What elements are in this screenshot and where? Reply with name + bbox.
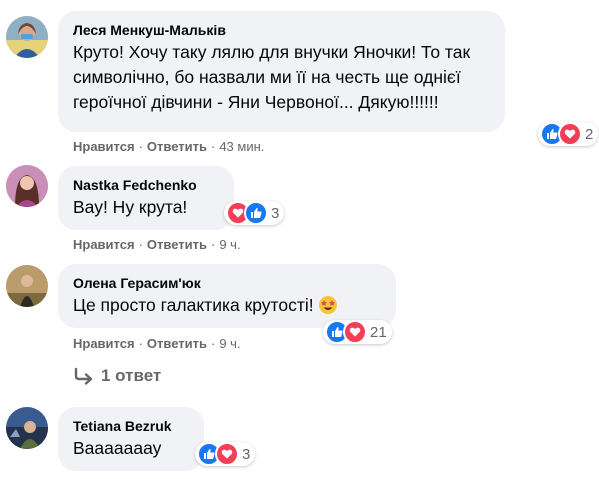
reply-link[interactable]: Ответить <box>147 237 207 252</box>
reaction-summary[interactable]: 21 <box>323 320 392 344</box>
comment-author[interactable]: Олена Герасим'юк <box>73 273 382 293</box>
reaction-count: 21 <box>370 323 387 341</box>
comment-text: Вау! Ну крута! <box>73 197 188 217</box>
comment-bubble: Nastka Fedchenko Вау! Ну крута! <box>58 166 234 230</box>
comment-bubble: Леся Менкуш-Мальків Круто! Хочу таку лял… <box>58 11 505 132</box>
comment-author[interactable]: Леся Менкуш-Мальків <box>73 20 491 40</box>
avatar-photo-icon <box>6 16 48 58</box>
avatar[interactable] <box>6 165 48 207</box>
comment-text: Круто! Хочу таку лялю для внучки Яночки!… <box>73 42 471 112</box>
comment-bubble: Олена Герасим'юк Це просто галактика кру… <box>58 264 396 328</box>
comment-bubble: Tetiana Bezruk Вааааааау <box>58 407 204 471</box>
replies-count-label[interactable]: 1 ответ <box>101 366 161 386</box>
comment-timestamp[interactable]: 9 ч. <box>219 237 240 252</box>
comment-timestamp[interactable]: 43 мин. <box>219 139 264 154</box>
reaction-count: 3 <box>242 445 251 463</box>
love-icon <box>215 442 239 466</box>
comment-text: Це просто галактика крутості! <box>73 293 382 318</box>
reply-link[interactable]: Ответить <box>147 336 207 351</box>
comment-text: Вааааааау <box>73 438 162 458</box>
reaction-summary[interactable]: 2 <box>538 122 599 146</box>
view-replies-link[interactable]: 1 ответ <box>73 366 161 386</box>
avatar-photo-icon <box>6 165 48 207</box>
star-struck-emoji-icon <box>318 296 337 314</box>
comment-text-content: Це просто галактика крутості! <box>73 295 314 315</box>
love-icon <box>343 320 367 344</box>
comment-actions: Нравится · Ответить · 43 мин. <box>73 139 265 154</box>
reply-arrow-icon <box>74 367 93 385</box>
like-link[interactable]: Нравится <box>73 237 135 252</box>
comment-actions: Нравится · Ответить · 9 ч. <box>73 336 241 351</box>
like-link[interactable]: Нравится <box>73 139 135 154</box>
reaction-summary[interactable]: 3 <box>195 442 256 466</box>
comment-timestamp[interactable]: 9 ч. <box>219 336 240 351</box>
avatar-photo-icon <box>6 407 48 449</box>
avatar-photo-icon <box>6 265 48 307</box>
reaction-count: 3 <box>271 204 280 222</box>
avatar[interactable] <box>6 407 48 449</box>
comment-author[interactable]: Tetiana Bezruk <box>73 416 190 436</box>
love-icon <box>558 122 582 146</box>
like-link[interactable]: Нравится <box>73 336 135 351</box>
comment-author[interactable]: Nastka Fedchenko <box>73 175 220 195</box>
reaction-summary[interactable]: 3 <box>224 201 285 225</box>
reply-link[interactable]: Ответить <box>147 139 207 154</box>
avatar[interactable] <box>6 16 48 58</box>
like-icon <box>244 201 268 225</box>
comment-actions: Нравится · Ответить · 9 ч. <box>73 237 241 252</box>
avatar[interactable] <box>6 265 48 307</box>
reaction-count: 2 <box>585 125 594 143</box>
